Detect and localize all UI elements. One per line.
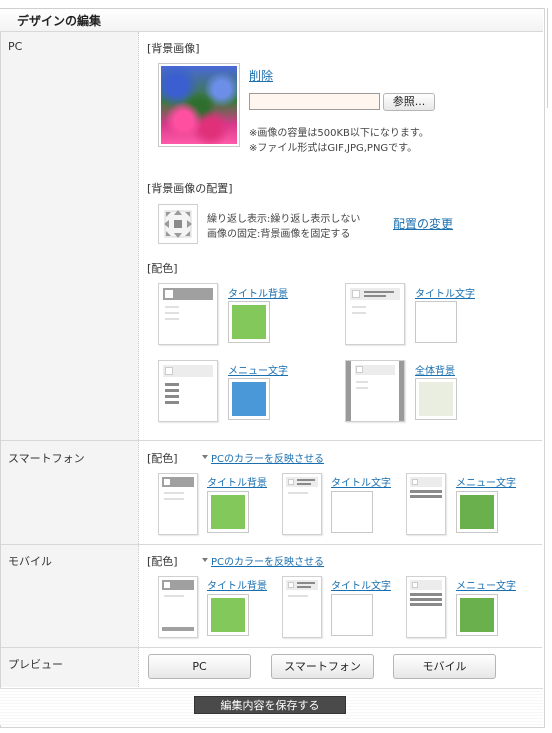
placement-icon	[158, 204, 198, 244]
swatch-fill	[335, 495, 369, 529]
color-link-title-text[interactable]: タイトル文字	[415, 285, 475, 300]
mb-thumb-menu-text	[406, 576, 446, 638]
swatch-fill	[419, 305, 453, 339]
color-swatch-menu-text[interactable]	[228, 378, 270, 420]
row-divider	[1, 647, 542, 648]
layout-thumb-title-text	[345, 283, 405, 345]
triangle-down-icon	[202, 558, 208, 562]
sp-color-swatch-menu-text[interactable]	[456, 491, 498, 533]
swatch-fill	[335, 598, 369, 632]
sp-color-link-menu-text[interactable]: メニュー文字	[456, 474, 516, 489]
bg-image-thumbnail	[158, 63, 240, 147]
row-label-pc: PC	[8, 40, 23, 53]
format-note: ※ファイル形式はGIF,JPG,PNGです。	[249, 143, 418, 154]
mb-thumb-title-text	[282, 576, 322, 638]
sp-color-swatch-title-bg[interactable]	[207, 491, 249, 533]
mb-color-swatch-title-text[interactable]	[331, 594, 373, 636]
sp-thumb-title-text	[282, 473, 322, 535]
row-divider	[1, 440, 542, 441]
sp-color-swatch-title-text[interactable]	[331, 491, 373, 533]
bg-image-section-label: [背景画像]	[147, 42, 200, 55]
mb-color-link-title-bg[interactable]: タイトル背景	[207, 577, 267, 592]
preview-smartphone-button[interactable]: スマートフォン	[271, 654, 374, 679]
arrows-grid-icon	[164, 210, 192, 238]
sp-colors-section-label: [配色]	[147, 452, 178, 465]
swatch-fill	[211, 495, 245, 529]
preview-mobile-button[interactable]: モバイル	[393, 654, 496, 679]
fixed-setting-text: 画像の固定:背景画像を固定する	[207, 229, 351, 240]
scrollbar[interactable]	[547, 8, 552, 108]
layout-thumb-overall-bg	[345, 360, 405, 422]
color-swatch-title-bg[interactable]	[228, 301, 270, 343]
size-note: ※画像の容量は500KB以下になります。	[249, 128, 429, 139]
color-swatch-overall-bg[interactable]	[415, 378, 457, 420]
swatch-fill	[232, 382, 266, 416]
placement-section-label: [背景画像の配置]	[147, 182, 233, 195]
mb-color-swatch-menu-text[interactable]	[456, 594, 498, 636]
change-placement-link[interactable]: 配置の変更	[393, 215, 453, 232]
colors-section-label: [配色]	[147, 262, 178, 275]
swatch-fill	[419, 382, 453, 416]
save-button[interactable]: 編集内容を保存する	[194, 696, 346, 714]
swatch-fill	[460, 598, 494, 632]
file-path-input[interactable]	[249, 93, 380, 110]
row-label-mobile: モバイル	[8, 555, 52, 568]
color-link-overall-bg[interactable]: 全体背景	[415, 362, 455, 377]
swatch-fill	[211, 598, 245, 632]
delete-image-link[interactable]: 削除	[249, 67, 273, 84]
mb-reflect-pc-link[interactable]: PCのカラーを反映させる	[211, 553, 324, 568]
mb-color-link-title-text[interactable]: タイトル文字	[331, 577, 391, 592]
sp-thumb-title-bg	[158, 473, 198, 535]
row-label-smartphone: スマートフォン	[8, 452, 85, 465]
layout-thumb-menu-text	[158, 360, 218, 422]
sp-color-link-title-text[interactable]: タイトル文字	[331, 474, 391, 489]
triangle-down-icon	[202, 455, 208, 459]
sp-thumb-menu-text	[406, 473, 446, 535]
layout-thumb-title-bg	[158, 283, 218, 345]
mb-colors-section-label: [配色]	[147, 555, 178, 568]
page-title: デザインの編集	[17, 14, 102, 28]
preview-pc-button[interactable]: PC	[148, 654, 251, 679]
swatch-fill	[232, 305, 266, 339]
repeat-setting-text: 繰り返し表示:繰り返し表示しない	[207, 214, 361, 225]
mb-thumb-title-bg	[158, 576, 198, 638]
browse-button[interactable]: 参照...	[383, 93, 435, 111]
mb-color-swatch-title-bg[interactable]	[207, 594, 249, 636]
swatch-fill	[460, 495, 494, 529]
sp-color-link-title-bg[interactable]: タイトル背景	[207, 474, 267, 489]
color-link-title-bg[interactable]: タイトル背景	[228, 285, 288, 300]
sp-reflect-pc-link[interactable]: PCのカラーを反映させる	[211, 450, 324, 465]
mb-color-link-menu-text[interactable]: メニュー文字	[456, 577, 516, 592]
row-label-preview: プレビュー	[8, 658, 63, 671]
color-swatch-title-text[interactable]	[415, 301, 457, 343]
row-divider	[1, 544, 542, 545]
flower-photo	[161, 66, 237, 144]
color-link-menu-text[interactable]: メニュー文字	[228, 362, 288, 377]
left-column-pc	[1, 32, 139, 440]
